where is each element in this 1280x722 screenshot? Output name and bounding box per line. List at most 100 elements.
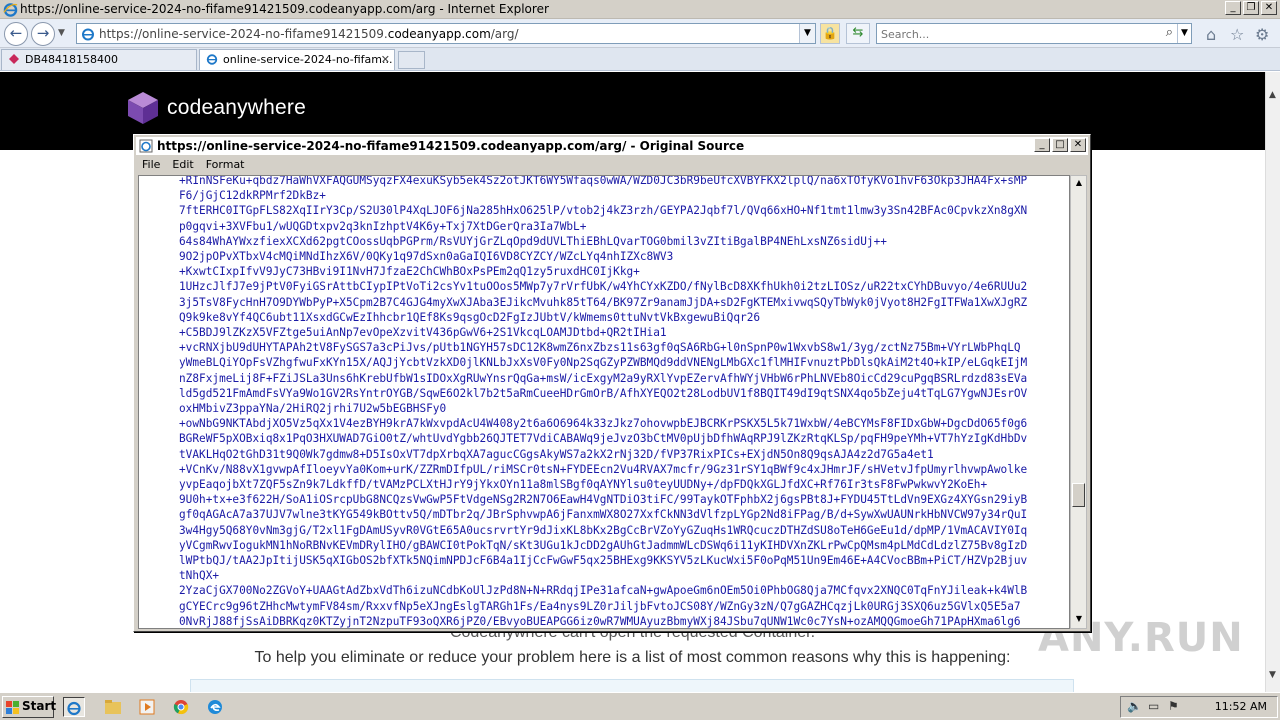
taskbar-media-icon[interactable]	[136, 697, 158, 717]
tab-db48418158400[interactable]: DB48418158400	[1, 49, 197, 70]
ie-titlebar: https://online-service-2024-no-fifame914…	[0, 0, 1280, 19]
ie-logo-icon	[3, 3, 18, 17]
lock-icon[interactable]: 🔒	[820, 23, 840, 44]
cube-logo-icon	[128, 92, 158, 124]
source-minimize-button[interactable]: _	[1034, 138, 1050, 152]
view-source-window: https://online-service-2024-no-fifame914…	[133, 134, 1091, 632]
taskbar-edge-icon[interactable]	[204, 697, 226, 717]
address-url[interactable]: https://online-service-2024-no-fifame914…	[99, 27, 519, 41]
scroll-thumb[interactable]	[1072, 483, 1085, 507]
source-line: +C5BDJ9lZKzX5VFZtge5uiAnNp7evOpeXzvitV43…	[179, 326, 667, 340]
minimize-button[interactable]: _	[1225, 1, 1241, 15]
page-scrollbar[interactable]: ▲ ▼	[1265, 72, 1280, 692]
source-text-area[interactable]: +RInNSFeKu+qbdz7HaWhVXFAQGUMSyqzFX4exuKS…	[138, 175, 1070, 629]
source-line: oxHMbivZ3ppaYNa/2HiRQ2jrhi7U2w5bEGBHSFy0	[179, 402, 447, 416]
source-line: 3j5TsV8FycHnH7O9DYWbPyP+X5Cpm2B7C4GJG4my…	[179, 295, 1028, 309]
media-player-icon	[139, 699, 155, 715]
edge-icon	[208, 700, 222, 714]
tab-bar: DB48418158400 online-service-2024-no-fif…	[0, 48, 1280, 71]
source-close-button[interactable]: ✕	[1070, 138, 1086, 152]
volume-icon[interactable]: 🔈	[1127, 699, 1142, 713]
menu-format[interactable]: Format	[200, 156, 251, 174]
source-menubar: File Edit Format	[136, 156, 1088, 174]
source-line: 3w4Hgy5Q68Y0vNm3gjG/T2xl1FgDAmUSyvR0VGtE…	[179, 523, 1028, 537]
source-line: yVCgmRwvIogukMN1hNoRBNvKEVmDRylIHO/gBAWC…	[179, 538, 1028, 552]
scroll-up-icon[interactable]: ▲	[1269, 90, 1276, 100]
source-line: BGReWF5pXOBxiq8x1PqO3HXUWAD7GiO0tZ/whtUv…	[179, 432, 1028, 446]
scroll-down-icon[interactable]: ▼	[1269, 670, 1276, 680]
windows-flag-icon	[6, 701, 19, 714]
search-dropdown-icon[interactable]: ▼	[1177, 24, 1191, 43]
close-tab-icon[interactable]: ✕	[381, 50, 390, 69]
pdf-icon	[9, 54, 19, 64]
search-box[interactable]: ⌕ ▼	[876, 23, 1192, 44]
source-line: 1UHzcJlfJ7e9jPtV0FyiGSrAttbCIypIPtVoTi2c…	[179, 280, 1028, 294]
close-button[interactable]: ✕	[1261, 1, 1277, 15]
brand-name: codeanywhere	[167, 96, 306, 119]
menu-file[interactable]: File	[136, 156, 166, 174]
source-line: nZ8FxjmeLij8F+FZiJSLa3Uns6hKrebUfbW1sIDO…	[179, 371, 1028, 385]
start-button[interactable]: Start	[2, 696, 57, 718]
source-line: 0NvRjJ88fjSsAiDBRKqz0KTZyjnT2NzpuTF93oQX…	[179, 614, 1021, 628]
ie-page-icon	[206, 54, 218, 65]
flag-icon[interactable]: ⚑	[1168, 699, 1179, 713]
taskbar-explorer-icon[interactable]	[102, 697, 124, 717]
source-line: gf0qAGAcA7a37UJV7wlne3tKYG549kBOttv5Q/mD…	[179, 508, 1028, 522]
source-line: +KxwtCIxpIfvV9JyC73HBvi9I1NvH7JfzaE2ChCW…	[179, 265, 640, 279]
reasons-box	[190, 679, 1074, 692]
codeanywhere-logo[interactable]: codeanywhere	[125, 90, 306, 126]
home-icon[interactable]: ⌂	[1206, 25, 1216, 44]
system-tray: 🔈 ▭ ⚑ 11:52 AM	[1120, 696, 1278, 718]
history-dropdown-icon[interactable]: ▼	[58, 28, 65, 38]
restore-button[interactable]: ❐	[1243, 1, 1259, 15]
back-arrow-icon: ←	[9, 24, 23, 42]
forward-button[interactable]: →	[31, 22, 55, 46]
refresh-icon[interactable]: ⇆	[846, 23, 870, 44]
source-line: 9O2jpOPvXTbxV4cMQiMNdIhzX6V/0QKy1q97dSxn…	[179, 250, 674, 264]
tab-label: online-service-2024-no-fifam...	[223, 53, 393, 66]
source-scrollbar[interactable]: ▲ ▼	[1070, 175, 1087, 629]
source-maximize-button[interactable]: □	[1052, 138, 1068, 152]
taskbar-chrome-icon[interactable]	[170, 697, 192, 717]
tab-label: DB48418158400	[25, 53, 119, 66]
source-line: p0gqvi+3XVFbu1/wUQGDtxpv2q3knIzhptV4K6y+…	[179, 219, 587, 233]
source-line: 64s84WhAYWxzfiexXCXd62pgtCOossUqbPGPrm/R…	[179, 234, 887, 248]
source-line: +RInNSFeKu+qbdz7HaWhVXFAQGUMSyqzFX4exuKS…	[179, 175, 1028, 187]
source-line: yWmeBLQiYOpFsVZhgfwuFxKYn15X/AQJjYcbtVzk…	[179, 356, 1028, 370]
scroll-up-icon[interactable]: ▲	[1074, 178, 1084, 190]
source-line: lWPtbQJ/tAA2JpItijUSK5qXIGbOS2bfXTk5NQim…	[179, 554, 1028, 568]
source-line: tVAKLHqO2tGhD31t9Q0Wk7gdmw8+D5IsOxVT7dpX…	[179, 447, 934, 461]
window-title: https://online-service-2024-no-fifame914…	[20, 2, 549, 16]
taskbar-ie-icon[interactable]	[63, 697, 85, 717]
search-input[interactable]	[881, 26, 1157, 42]
source-window-title: https://online-service-2024-no-fifame914…	[157, 139, 745, 153]
source-line: tNhQX+	[179, 569, 220, 583]
clock: 11:52 AM	[1214, 700, 1267, 713]
tab-online-service[interactable]: online-service-2024-no-fifam... ✕	[199, 49, 395, 70]
source-line: +VCnKv/N88vX1gvwpAfIloeyvYa0Kom+urK/ZZRm…	[179, 462, 1028, 476]
navigation-bar: ← → ▼ https://online-service-2024-no-fif…	[0, 19, 1280, 48]
menu-edit[interactable]: Edit	[166, 156, 199, 174]
chrome-icon	[173, 700, 189, 715]
source-line: yvpEaqojbXt7ZQF5sZn9k7LdkffD/tVAMzPCLXtH…	[179, 478, 988, 492]
source-line: 9U0h+tx+e3f622H/SoA1iOSrcpUbG8NCQzsVwGwP…	[179, 493, 1028, 507]
ie-page-icon	[139, 139, 153, 153]
forward-arrow-icon: →	[36, 24, 50, 42]
source-line: F6/jGjC12dkRPMrf2DkBz+	[179, 189, 326, 203]
back-button[interactable]: ←	[4, 22, 28, 46]
new-tab-button[interactable]	[398, 51, 425, 69]
address-bar[interactable]: https://online-service-2024-no-fifame914…	[76, 23, 816, 44]
favorites-star-icon[interactable]: ☆	[1230, 25, 1244, 44]
folder-icon	[105, 700, 121, 714]
source-line: Q9k9ke8vYf4QC6ubt11XsxdGCwEzIhhcbr1QEf8K…	[179, 310, 761, 324]
address-dropdown-icon[interactable]: ▼	[799, 24, 815, 43]
network-icon[interactable]: ▭	[1148, 699, 1159, 713]
scroll-down-icon[interactable]: ▼	[1074, 614, 1084, 626]
start-label: Start	[22, 699, 57, 713]
source-line: 7ftERHC0ITGpFLS82XqIIrY3Cp/S2U30lP4XqLJO…	[179, 204, 1028, 218]
ie-logo-icon	[67, 701, 81, 716]
taskbar: Start 🔈 ▭ ⚑ 11:52 AM	[0, 692, 1280, 720]
search-icon[interactable]: ⌕	[1166, 25, 1173, 40]
source-line: gCYECrc9g96tZHhcMwtymFV84sm/RxxvfNp5eXJn…	[179, 599, 1021, 613]
gear-icon[interactable]: ⚙	[1255, 25, 1269, 44]
